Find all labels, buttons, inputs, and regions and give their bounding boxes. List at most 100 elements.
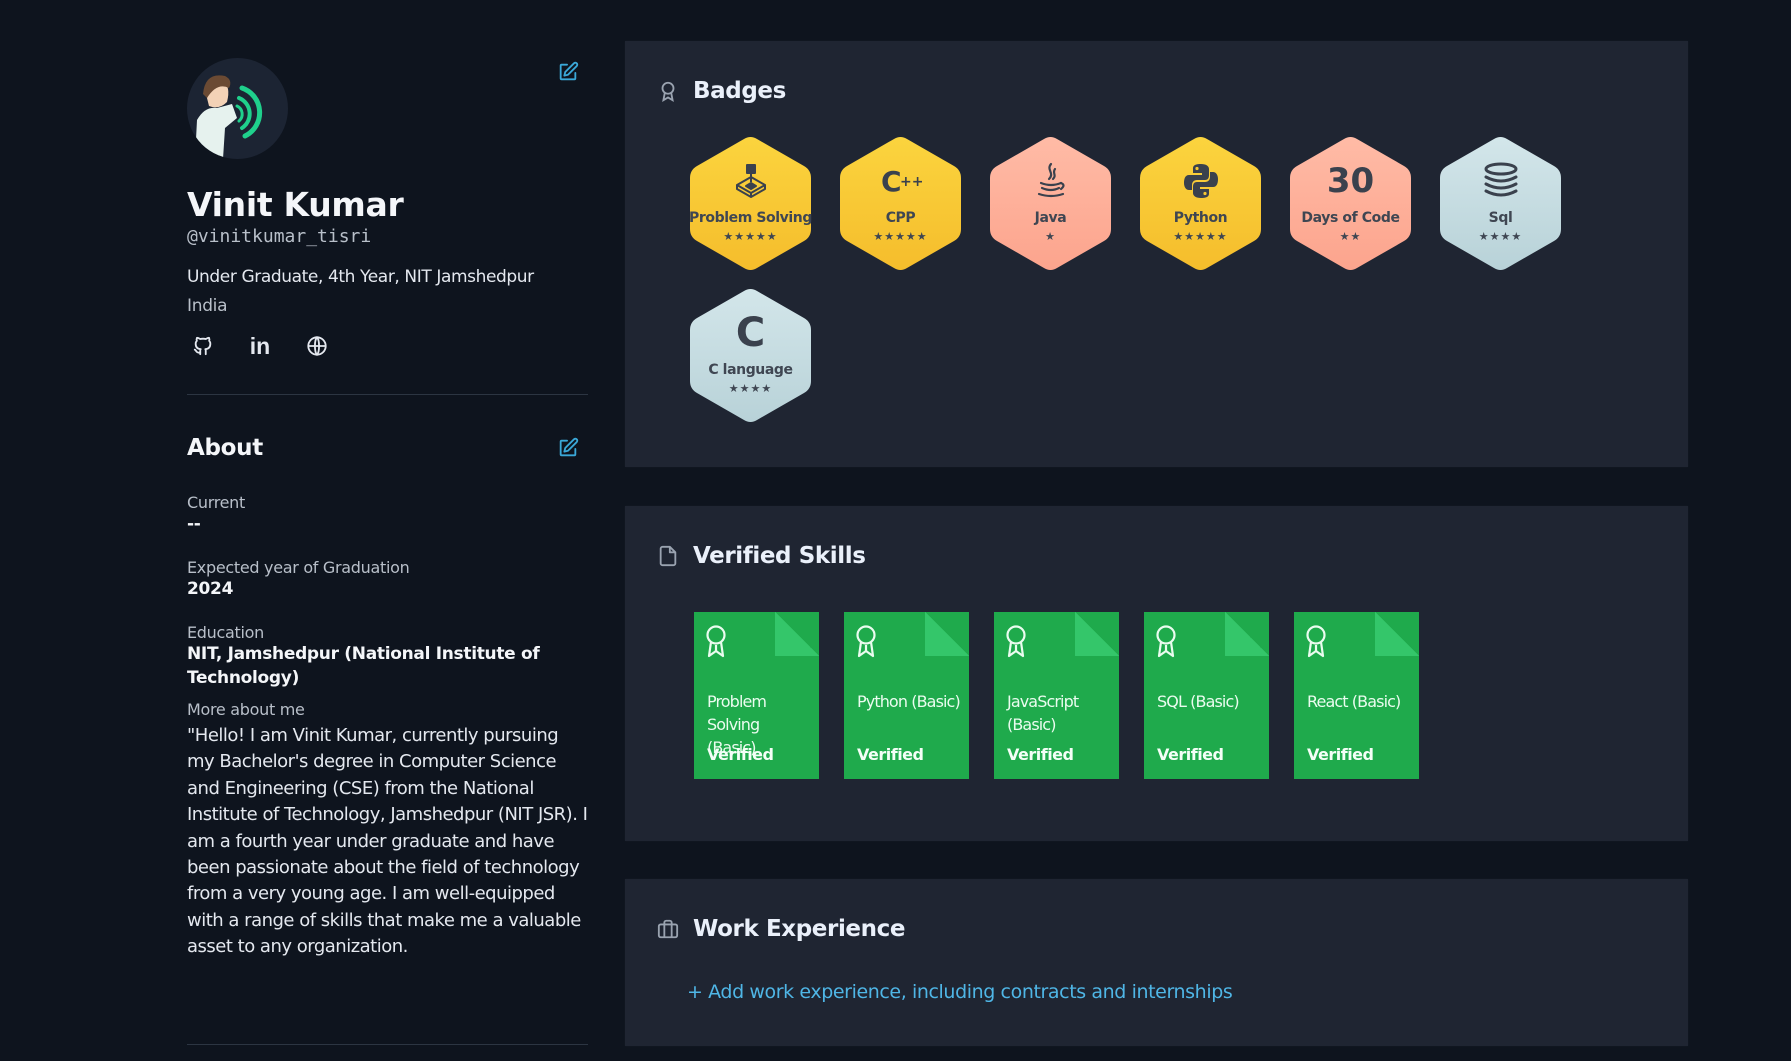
document-icon — [659, 545, 677, 567]
hexagon-shape — [1140, 137, 1261, 270]
verified-skill-card[interactable]: React (Basic) Verified — [1294, 612, 1419, 779]
skill-name: React (Basic) — [1307, 692, 1401, 711]
award-ribbon-icon — [856, 625, 876, 658]
social-links: in — [187, 333, 588, 359]
python-icon — [1181, 161, 1221, 201]
verified-skill-card[interactable]: SQL (Basic) Verified — [1144, 612, 1269, 779]
svg-text:++: ++ — [900, 174, 923, 190]
skill-name: SQL (Basic) — [1157, 692, 1240, 711]
badge-cpp[interactable]: C ++ CPP ★★★★★ — [838, 135, 963, 272]
badge-label: Problem Solving — [689, 210, 812, 226]
skill-name: Python (Basic) — [857, 692, 961, 711]
corner-fold — [1075, 612, 1119, 656]
skill-status: Verified — [1157, 745, 1224, 764]
profile-handle: @vinitkumar_tisri — [187, 226, 372, 247]
profile-location: India — [187, 296, 228, 316]
badge-stars: ★★★★★ — [723, 230, 778, 243]
verified-skill-card[interactable]: Python (Basic) Verified — [844, 612, 969, 779]
skill-status: Verified — [1307, 745, 1374, 764]
hexagon-shape — [990, 137, 1111, 270]
skill-name: JavaScript (Basic) — [1007, 692, 1079, 734]
sidebar-divider — [187, 394, 588, 395]
badge-stars: ★ — [1045, 230, 1056, 243]
bio-text: "Hello! I am Vinit Kumar, currently purs… — [187, 725, 588, 958]
about-field-education: Education NIT, Jamshedpur (National Inst… — [187, 623, 588, 690]
github-icon — [193, 336, 212, 356]
work-experience-panel: Work Experience + Add work experience, i… — [625, 879, 1688, 1046]
hexagon-shape — [840, 137, 961, 270]
badge-c-language[interactable]: C C language ★★★★ — [688, 287, 813, 424]
field-label: Expected year of Graduation — [187, 558, 410, 577]
verified-skill-card[interactable]: Problem Solving (Basic) Verified — [694, 612, 819, 779]
verified-skill-card[interactable]: JavaScript (Basic) Verified — [994, 612, 1119, 779]
thirty-icon: 30 — [1326, 161, 1375, 201]
badge-label: Sql — [1488, 210, 1513, 226]
badge-stars: ★★★★ — [1478, 230, 1523, 243]
award-ribbon-icon — [1006, 625, 1026, 658]
linkedin-link[interactable]: in — [248, 333, 272, 359]
hexagon-shape — [1440, 137, 1561, 270]
problem-solving-icon — [731, 161, 771, 201]
work-experience-header: Work Experience — [657, 916, 905, 942]
profile-name: Vinit Kumar — [187, 185, 404, 224]
edit-about-button[interactable] — [557, 437, 579, 459]
hexagon-shape — [1290, 137, 1411, 270]
avatar-image — [195, 75, 263, 159]
about-field-graduation: Expected year of Graduation 2024 — [187, 558, 588, 601]
field-label: More about me — [187, 700, 305, 719]
badge-days-of-code[interactable]: 30 Days of Code ★★ — [1288, 135, 1413, 272]
skill-status: Verified — [857, 745, 924, 764]
field-value: 2024 — [187, 579, 234, 599]
corner-fold — [1375, 612, 1419, 656]
website-link[interactable] — [305, 334, 329, 358]
badge-stars: ★★ — [1339, 230, 1362, 243]
badge-stars: ★★★★ — [728, 382, 773, 395]
badge-stars: ★★★★★ — [1173, 230, 1228, 243]
badge-java[interactable]: Java ★ — [988, 135, 1113, 272]
award-icon — [661, 81, 675, 102]
award-ribbon-icon — [1156, 625, 1176, 658]
globe-icon — [307, 335, 327, 357]
skill-status: Verified — [1007, 745, 1074, 764]
corner-fold — [925, 612, 969, 656]
verified-skills-header: Verified Skills — [657, 543, 866, 569]
about-field-current: Current -- — [187, 493, 588, 536]
badge-problem-solving[interactable]: Problem Solving ★★★★★ — [688, 135, 813, 272]
badge-python[interactable]: Python ★★★★★ — [1138, 135, 1263, 272]
badge-label: CPP — [885, 210, 916, 226]
edit-icon — [559, 61, 579, 81]
badge-label: Days of Code — [1301, 210, 1400, 226]
java-icon — [1034, 161, 1068, 201]
database-icon — [1481, 161, 1521, 201]
verified-skills-title: Verified Skills — [693, 543, 866, 569]
badge-sql[interactable]: Sql ★★★★ — [1438, 135, 1563, 272]
badges-title: Badges — [693, 78, 786, 104]
skill-status: Verified — [707, 745, 774, 764]
badge-label: C language — [708, 362, 793, 378]
work-experience-title: Work Experience — [693, 916, 906, 942]
avatar[interactable] — [187, 58, 288, 159]
edit-icon — [559, 437, 579, 457]
sidebar-divider — [187, 1044, 588, 1045]
field-value: -- — [187, 514, 201, 534]
briefcase-icon — [657, 919, 679, 939]
cpp-icon: C ++ — [879, 164, 923, 198]
hexagon-shape — [690, 137, 811, 270]
badges-panel: Badges Problem Solving ★★★★★ C ++ CPP ★★★★★ Ja… — [625, 41, 1688, 467]
about-title: About — [187, 435, 263, 461]
profile-headline: Under Graduate, 4th Year, NIT Jamshedpur — [187, 267, 534, 287]
edit-profile-button[interactable] — [557, 61, 579, 83]
badge-label: Java — [1034, 210, 1067, 226]
award-ribbon-icon — [1306, 625, 1326, 658]
github-link[interactable] — [191, 334, 215, 358]
c-icon: C — [735, 310, 766, 356]
add-work-experience-link[interactable]: + Add work experience, including contrac… — [687, 981, 1233, 1003]
field-label: Education — [187, 623, 264, 642]
corner-fold — [1225, 612, 1269, 656]
badge-label: Python — [1173, 210, 1228, 226]
about-field-bio: More about me "Hello! I am Vinit Kumar, … — [187, 700, 588, 961]
svg-text:C: C — [881, 165, 902, 198]
badges-header: Badges — [657, 78, 786, 104]
profile-sidebar: Vinit Kumar @vinitkumar_tisri Under Grad… — [187, 58, 588, 1045]
award-ribbon-icon — [706, 625, 726, 658]
